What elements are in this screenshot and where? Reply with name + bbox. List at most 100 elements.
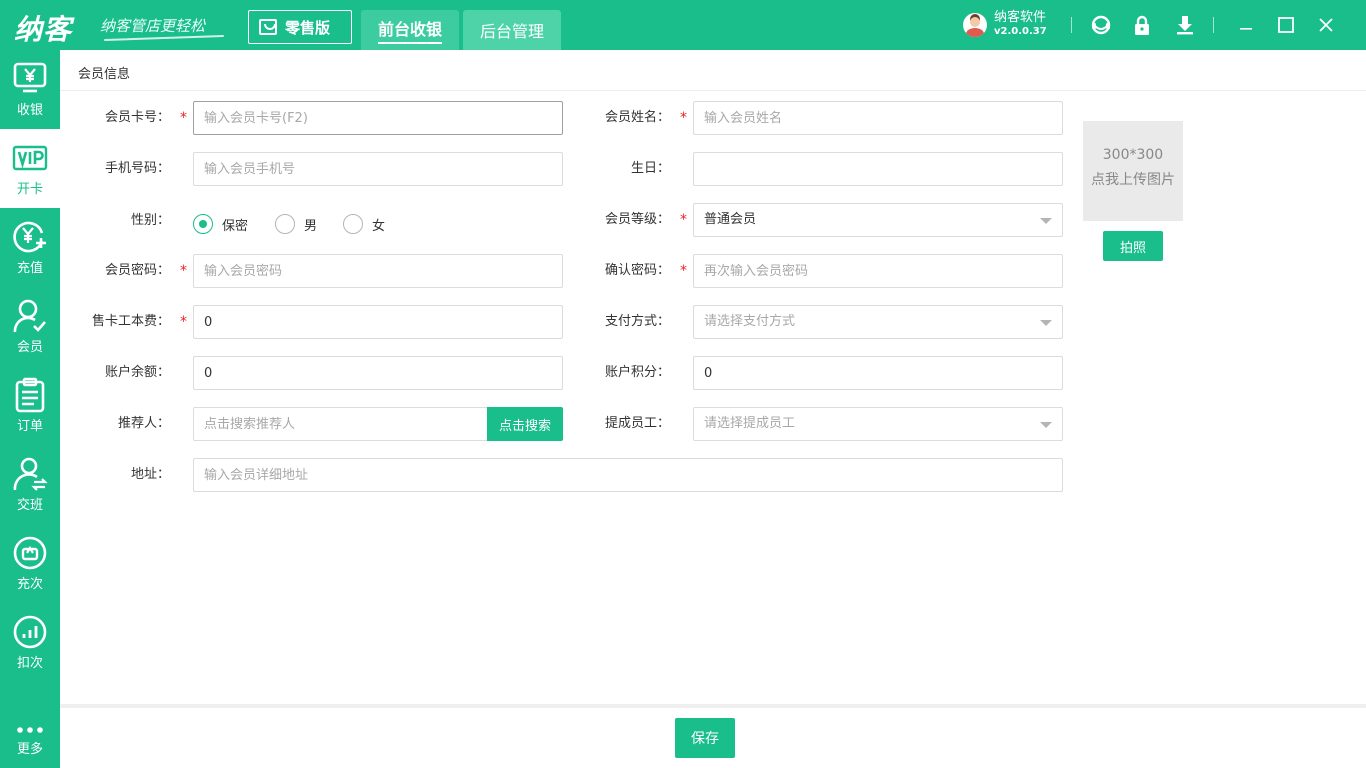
top-bar: 纳客 纳客管店更轻松 零售版 前台收银 后台管理 纳客软件 v2.0.0.37	[0, 0, 1366, 50]
edition-badge[interactable]: 零售版	[248, 10, 352, 44]
headset-icon[interactable]	[1090, 14, 1112, 36]
avatar	[963, 13, 987, 37]
download-icon[interactable]	[1174, 14, 1196, 36]
level-select[interactable]: 普通会员	[693, 203, 1063, 237]
app-slogan: 纳客管店更轻松	[100, 17, 206, 35]
level-value: 普通会员	[704, 212, 757, 227]
required-mark: *	[680, 263, 687, 279]
radio-circle	[193, 214, 213, 234]
required-mark: *	[180, 263, 187, 279]
points-input[interactable]	[693, 356, 1063, 390]
password-input[interactable]	[193, 254, 563, 288]
edition-label: 零售版	[285, 18, 331, 37]
required-mark: *	[180, 314, 187, 330]
sidebar-item-label: 更多	[16, 742, 43, 757]
payment-placeholder: 请选择支付方式	[704, 314, 796, 329]
sidebar-item-recharge-times[interactable]: 充次	[0, 524, 60, 603]
password-label: 会员密码：	[104, 263, 170, 278]
gender-radio-male[interactable]: 男	[275, 214, 317, 234]
tab-front-cashier[interactable]: 前台收银	[361, 10, 459, 50]
birthday-label: 生日：	[630, 161, 670, 176]
card-fee-label: 售卡工本费：	[91, 314, 170, 329]
user-profile[interactable]: 纳客软件 v2.0.0.37	[963, 11, 1047, 39]
main-content: 会员信息 会员卡号： * 会员姓名： * 手机号码： 生日： 性别： 保密 男 …	[60, 50, 1366, 768]
close-icon[interactable]	[1314, 12, 1338, 38]
chevron-down-icon	[1040, 218, 1052, 224]
divider	[1071, 17, 1072, 33]
referrer-label: 推荐人：	[117, 416, 170, 431]
address-input[interactable]	[193, 458, 1063, 492]
photo-size-text: 300*300	[1102, 147, 1164, 163]
minimize-icon[interactable]	[1234, 12, 1258, 38]
sidebar-item-label: 充值	[16, 261, 43, 276]
divider	[60, 704, 1366, 708]
address-label: 地址：	[130, 467, 170, 482]
sidebar-item-label: 订单	[16, 419, 43, 434]
recharge-times-icon	[13, 536, 47, 570]
sidebar-item-label: 扣次	[16, 656, 43, 671]
sidebar-item-shift[interactable]: 交班	[0, 445, 60, 524]
photo-upload-text: 点我上传图片	[1091, 172, 1175, 188]
referrer-input[interactable]	[193, 407, 489, 441]
save-button[interactable]: 保存	[675, 718, 735, 758]
cashier-icon	[13, 62, 47, 93]
staff-select[interactable]: 请选择提成员工	[693, 407, 1063, 441]
payment-label: 支付方式：	[604, 314, 670, 329]
confirm-password-label: 确认密码：	[604, 263, 670, 278]
card-no-input[interactable]	[193, 101, 563, 135]
tab-label: 后台管理	[479, 22, 544, 41]
take-photo-button[interactable]: 拍照	[1103, 231, 1163, 261]
birthday-input[interactable]	[693, 152, 1063, 186]
gender-radio-secret[interactable]: 保密	[193, 214, 248, 234]
app-version: v2.0.0.37	[994, 26, 1047, 37]
payment-select[interactable]: 请选择支付方式	[693, 305, 1063, 339]
photo-upload-area[interactable]: 300*300 点我上传图片	[1083, 121, 1183, 221]
phone-input[interactable]	[193, 152, 563, 186]
sidebar-item-order[interactable]: 订单	[0, 366, 60, 445]
more-icon	[17, 727, 43, 733]
gender-radio-female[interactable]: 女	[343, 214, 385, 234]
balance-label: 账户余额：	[104, 365, 170, 380]
staff-placeholder: 请选择提成员工	[704, 416, 796, 431]
card-fee-input[interactable]	[193, 305, 563, 339]
required-mark: *	[680, 212, 687, 228]
member-icon	[13, 299, 46, 333]
name-label: 会员姓名：	[604, 110, 670, 125]
sidebar: 收银 开卡 充值 会员 订单 交班 充次 扣次 更多	[0, 50, 60, 768]
divider	[1213, 17, 1214, 33]
confirm-password-input[interactable]	[693, 254, 1063, 288]
required-mark: *	[680, 110, 687, 126]
order-icon	[15, 377, 45, 413]
sidebar-item-member[interactable]: 会员	[0, 287, 60, 366]
user-name: 纳客软件	[994, 10, 1047, 25]
tab-back-office[interactable]: 后台管理	[463, 10, 561, 50]
vip-card-icon	[12, 145, 48, 171]
card-no-label: 会员卡号：	[104, 110, 170, 125]
name-input[interactable]	[693, 101, 1063, 135]
app-logo: 纳客	[14, 13, 73, 46]
tab-label: 前台收银	[377, 16, 442, 44]
breadcrumb: 会员信息	[78, 67, 131, 82]
chevron-down-icon	[1040, 320, 1052, 326]
chevron-down-icon	[1040, 422, 1052, 428]
shopping-bag-icon	[259, 19, 277, 35]
sidebar-item-deduct-times[interactable]: 扣次	[0, 603, 60, 682]
search-referrer-button[interactable]: 点击搜索	[487, 407, 563, 441]
shift-icon	[13, 457, 48, 491]
level-label: 会员等级：	[604, 212, 670, 227]
balance-input[interactable]	[193, 356, 563, 390]
sidebar-item-cashier[interactable]: 收银	[0, 50, 60, 129]
lock-icon[interactable]	[1131, 14, 1153, 36]
sidebar-item-recharge[interactable]: 充值	[0, 208, 60, 287]
sidebar-item-more[interactable]: 更多	[0, 689, 60, 768]
sidebar-item-label: 收银	[16, 103, 43, 118]
recharge-icon	[13, 221, 46, 253]
required-mark: *	[180, 110, 187, 126]
sidebar-item-label: 开卡	[16, 182, 43, 197]
sidebar-item-label: 交班	[16, 498, 43, 513]
radio-circle	[275, 214, 295, 234]
sidebar-item-open-card[interactable]: 开卡	[0, 129, 60, 208]
sidebar-item-label: 充次	[16, 577, 43, 592]
maximize-icon[interactable]	[1274, 12, 1298, 38]
sidebar-item-label: 会员	[16, 340, 43, 355]
